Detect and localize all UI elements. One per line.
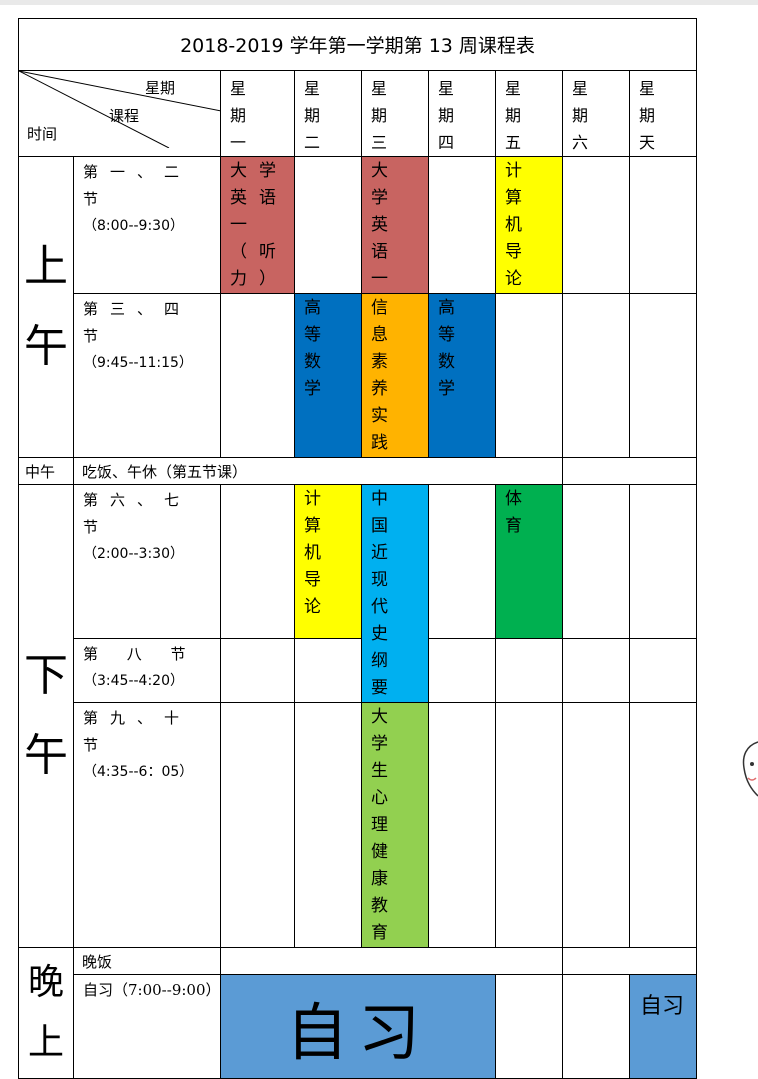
empty-cell bbox=[220, 637, 295, 704]
empty-cell bbox=[294, 156, 362, 294]
course-wed-6-8: 中国近现代史纲要 bbox=[361, 484, 429, 703]
empty-cell bbox=[495, 974, 563, 1079]
course-label: 课程 bbox=[109, 107, 140, 125]
empty-cell bbox=[629, 156, 697, 294]
course-wed-9-10: 大学生心理健康教育 bbox=[361, 702, 429, 948]
period-9-10: 第九、十节 （4:35--6：05） bbox=[73, 702, 221, 948]
section-evening-label: 晚上 bbox=[27, 962, 64, 1063]
empty-cell bbox=[220, 947, 563, 975]
empty-cell bbox=[428, 156, 496, 294]
section-morning: 上午 bbox=[18, 156, 74, 458]
day-sunday: 星 期 天 bbox=[629, 70, 697, 157]
period-1-2: 第一、二节 （8:00--9:30） bbox=[73, 156, 221, 294]
empty-cell bbox=[629, 484, 697, 639]
empty-cell bbox=[629, 293, 697, 458]
empty-cell bbox=[428, 702, 496, 948]
section-afternoon: 下午 bbox=[18, 484, 74, 948]
period-1-2-time: （8:00--9:30） bbox=[83, 218, 184, 234]
weekday-label: 星期 bbox=[145, 79, 176, 97]
table-title: 2018-2019 学年第一学期第 13 周课程表 bbox=[18, 18, 697, 71]
period-3-4: 第三、四节 （9:45--11:15） bbox=[73, 293, 221, 458]
self-study-block: 自习 bbox=[220, 974, 496, 1079]
empty-cell bbox=[294, 637, 362, 704]
empty-cell bbox=[562, 947, 697, 975]
course-thu-3-4: 高等数学 bbox=[428, 293, 496, 458]
course-mon-1-2: 大学英语一（听力） bbox=[220, 156, 295, 294]
empty-cell bbox=[562, 457, 697, 485]
self-study-time: 自习（7:00--9:00） bbox=[73, 974, 221, 1079]
course-fri-1-2-label: 计算机导论 bbox=[505, 161, 534, 289]
day-saturday: 星 期 六 bbox=[562, 70, 630, 157]
period-6-7-name: 第六、七节 bbox=[83, 491, 192, 536]
empty-cell bbox=[220, 702, 295, 948]
day-thursday: 星 期 四 bbox=[428, 70, 496, 157]
day-friday: 星 期 五 bbox=[495, 70, 563, 157]
empty-cell bbox=[220, 484, 295, 639]
period-6-7-time: （2:00--3:30） bbox=[83, 546, 184, 562]
empty-cell bbox=[562, 637, 630, 704]
day-tuesday: 星 期 二 bbox=[294, 70, 362, 157]
noon-break: 吃饭、午休（第五节课） bbox=[73, 457, 563, 485]
empty-cell bbox=[428, 484, 496, 639]
period-8-time: （3:45--4:20） bbox=[83, 672, 184, 689]
section-morning-label: 上午 bbox=[24, 241, 68, 372]
period-1-2-name: 第一、二节 bbox=[83, 163, 192, 208]
diagonal-header: 星期 课程 时间 bbox=[18, 70, 221, 157]
course-fri-6-7: 体育 bbox=[495, 484, 563, 639]
top-strip bbox=[0, 0, 758, 5]
period-3-4-time: （9:45--11:15） bbox=[83, 355, 193, 371]
period-9-10-time: （4:35--6：05） bbox=[83, 764, 194, 780]
period-3-4-name: 第三、四节 bbox=[83, 300, 192, 345]
day-monday: 星 期 一 bbox=[220, 70, 295, 157]
period-6-7: 第六、七节 （2:00--3:30） bbox=[73, 484, 221, 639]
corner-doodle bbox=[742, 741, 758, 797]
empty-cell bbox=[629, 702, 697, 948]
section-noon: 中午 bbox=[18, 457, 74, 485]
empty-cell bbox=[428, 637, 496, 704]
time-label: 时间 bbox=[27, 125, 58, 143]
dinner-row: 晚饭 bbox=[73, 947, 221, 975]
day-wednesday: 星 期 三 bbox=[361, 70, 429, 157]
schedule-table: 2018-2019 学年第一学期第 13 周课程表 星期 课程 时间 星 期 一… bbox=[18, 18, 697, 1079]
empty-cell bbox=[220, 293, 295, 458]
self-study-sunday: 自习 bbox=[629, 974, 697, 1079]
empty-cell bbox=[562, 156, 630, 294]
course-wed-1-2: 大学英语一 bbox=[361, 156, 429, 294]
course-fri-1-2: 计算机导论 bbox=[495, 156, 563, 294]
course-wed-3-4: 信息素养实践 bbox=[361, 293, 429, 458]
empty-cell bbox=[562, 293, 630, 458]
section-evening: 晚上 bbox=[18, 947, 74, 1079]
empty-cell bbox=[495, 702, 563, 948]
empty-cell bbox=[629, 637, 697, 704]
period-9-10-name: 第九、十节 bbox=[83, 709, 192, 754]
empty-cell bbox=[562, 974, 630, 1079]
period-8-name: 第 八 节 bbox=[83, 644, 198, 663]
section-afternoon-label: 下午 bbox=[24, 650, 68, 781]
empty-cell bbox=[562, 484, 630, 639]
course-tue-6-7: 计算机导论 bbox=[294, 484, 362, 639]
empty-cell bbox=[294, 702, 362, 948]
empty-cell bbox=[495, 293, 563, 458]
empty-cell bbox=[495, 637, 563, 704]
empty-cell bbox=[562, 702, 630, 948]
course-tue-3-4: 高等数学 bbox=[294, 293, 362, 458]
period-8: 第 八 节 （3:45--4:20） bbox=[73, 637, 221, 704]
